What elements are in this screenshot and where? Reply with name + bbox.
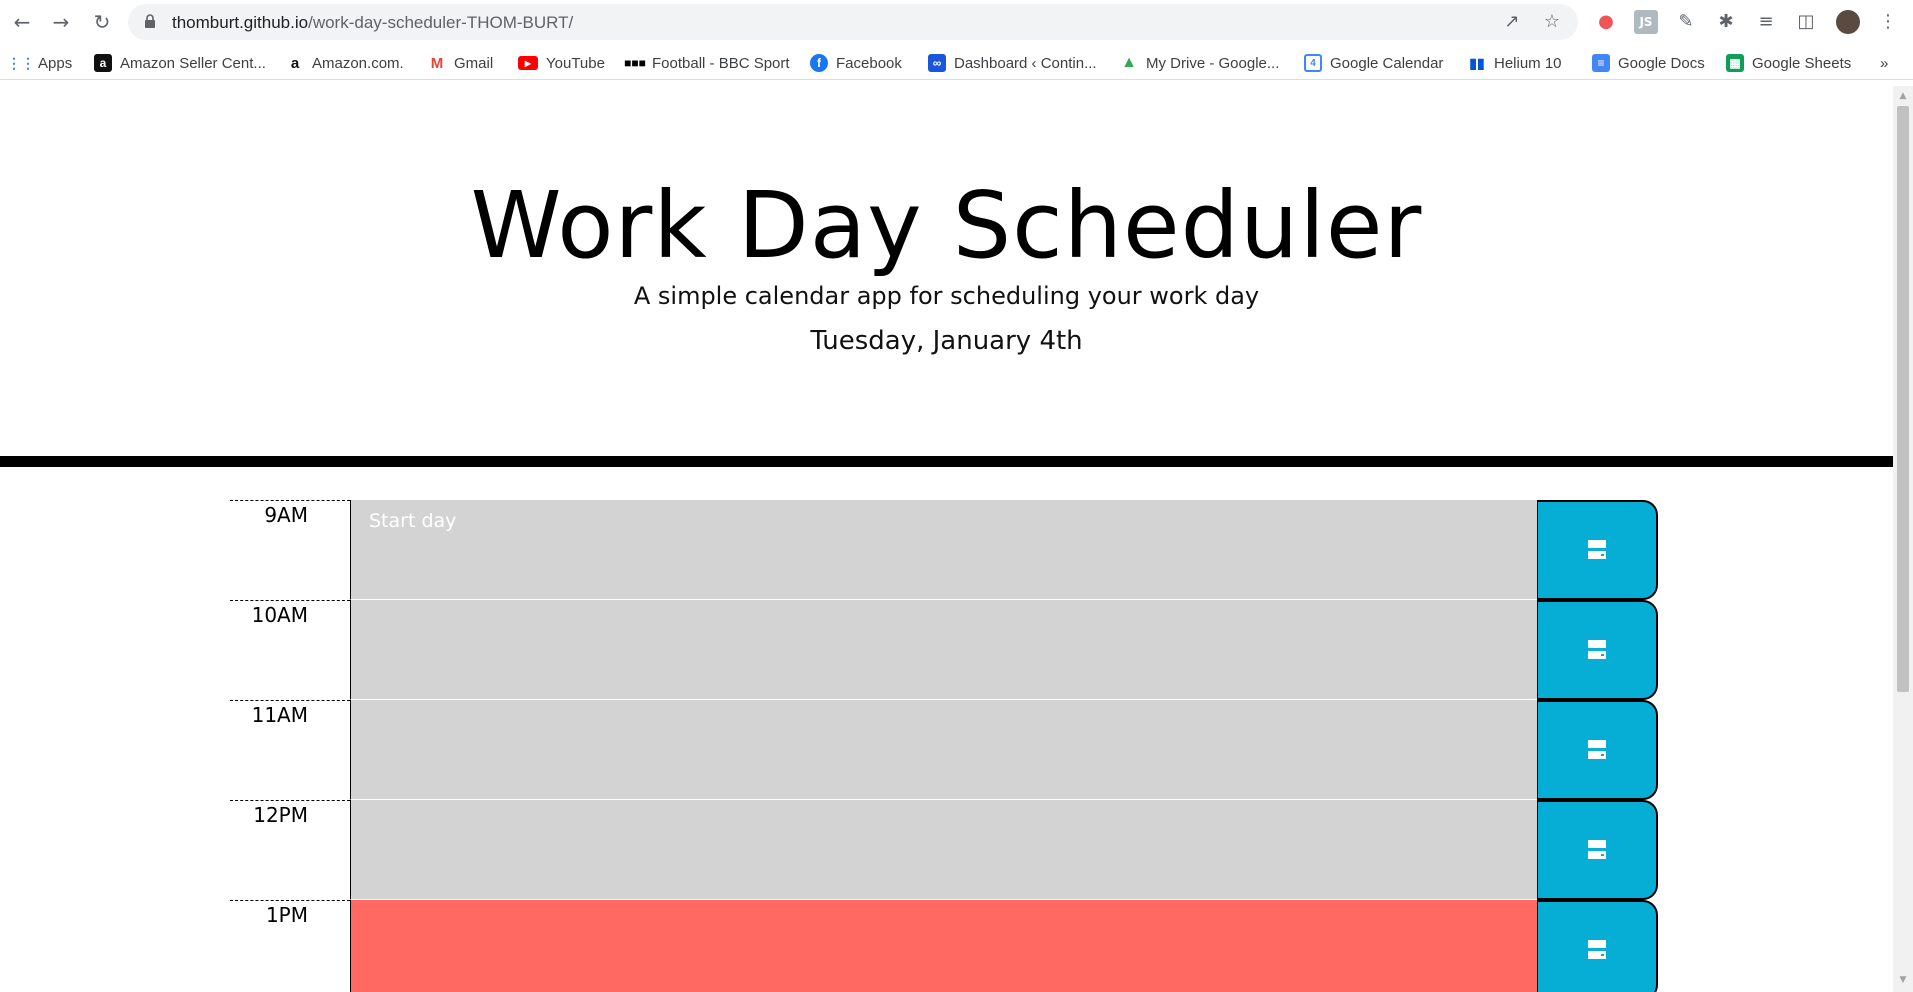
bookmark-label: Google Calendar [1330, 54, 1444, 72]
save-button[interactable] [1537, 900, 1658, 992]
hour-label: 1PM [230, 900, 350, 992]
forward-icon[interactable]: → [47, 8, 75, 36]
url-host: thomburt.github.io [172, 13, 309, 32]
bookmark-gmail[interactable]: M Gmail [428, 52, 493, 74]
reload-icon[interactable]: ↻ [88, 8, 116, 36]
bookmark-google-sheets[interactable]: ▦ Google Sheets [1726, 52, 1851, 74]
page-title: Work Day Scheduler [470, 172, 1423, 279]
google-calendar-icon: 4 [1304, 54, 1322, 72]
scroll-up-icon[interactable]: ▲ [1897, 90, 1909, 102]
bookmark-apps[interactable]: ⋮⋮ Apps [7, 52, 73, 74]
google-sheets-icon: ▦ [1726, 54, 1744, 72]
helium10-icon: ▮▮ [1469, 54, 1485, 71]
bookmark-bbc-sport[interactable]: ■■■ Football - BBC Sport [624, 52, 790, 74]
description-textarea[interactable] [350, 800, 1538, 900]
bookmark-label: My Drive - Google... [1146, 54, 1280, 72]
bookmark-google-drive[interactable]: ▲ My Drive - Google... [1120, 52, 1279, 74]
share-icon[interactable]: ↗ [1500, 10, 1524, 34]
apps-grid-icon: ⋮⋮ [7, 54, 35, 71]
profile-avatar-icon[interactable] [1836, 10, 1860, 34]
save-button[interactable] [1537, 500, 1658, 600]
hour-label: 12PM [230, 800, 350, 900]
hour-label: 9AM [230, 500, 350, 600]
timeblock-row: 11AM [230, 700, 1658, 800]
bookmark-label: Football - BBC Sport [652, 54, 790, 72]
timeblock-row: 10AM [230, 600, 1658, 700]
bookmark-label: Apps [38, 54, 73, 72]
bookmark-label: Gmail [454, 54, 494, 72]
address-bar[interactable]: thomburt.github.io/work-day-scheduler-TH… [128, 4, 1578, 40]
save-button[interactable] [1537, 700, 1658, 800]
bookmark-dashboard[interactable]: ∞ Dashboard ‹ Contin... [928, 52, 1097, 74]
timeblock-row: 12PM [230, 800, 1658, 900]
bookmarks-bar: ⋮⋮ Apps a Amazon Seller Cent... a Amazon… [0, 46, 1913, 80]
hour-label: 10AM [230, 600, 350, 700]
scroll-thumb[interactable] [1897, 106, 1909, 692]
save-icon [1588, 940, 1606, 959]
hour-label: 11AM [230, 700, 350, 800]
extensions-puzzle-icon[interactable]: ✱ [1714, 10, 1738, 34]
bookmark-label: Google Docs [1618, 54, 1705, 72]
url-text[interactable]: thomburt.github.io/work-day-scheduler-TH… [172, 13, 573, 33]
save-icon [1588, 740, 1606, 759]
page-lead: A simple calendar app for scheduling you… [633, 282, 1260, 310]
page-scrollbar[interactable]: ▲ ▼ [1893, 86, 1913, 992]
description-textarea[interactable]: Start day [350, 500, 1538, 600]
bookmark-label: YouTube [546, 54, 605, 72]
description-textarea[interactable] [350, 600, 1538, 700]
back-icon[interactable]: ← [8, 8, 36, 36]
current-day: Tuesday, January 4th [810, 326, 1083, 356]
google-drive-icon: ▲ [1121, 54, 1137, 71]
scroll-down-icon[interactable]: ▼ [1897, 974, 1909, 986]
timeblock-list: 9AM Start day 10AM 11AM 12PM 1PM [230, 500, 1658, 992]
lock-icon [145, 14, 155, 28]
description-textarea[interactable] [350, 700, 1538, 800]
jumbotron: Work Day Scheduler A simple calendar app… [0, 86, 1893, 458]
google-docs-icon: ≡ [1592, 54, 1610, 72]
bookmark-amazon[interactable]: a Amazon.com. [286, 52, 404, 74]
timeblock-row: 1PM [230, 900, 1658, 992]
bookmark-google-docs[interactable]: ≡ Google Docs [1592, 52, 1705, 74]
page-content: Work Day Scheduler A simple calendar app… [0, 86, 1893, 992]
header-divider [0, 456, 1893, 467]
facebook-icon: f [810, 54, 828, 72]
save-icon [1588, 840, 1606, 859]
timeblock-row: 9AM Start day [230, 500, 1658, 600]
save-icon [1588, 540, 1606, 559]
bookmark-facebook[interactable]: f Facebook [810, 52, 902, 74]
menu-kebab-icon[interactable]: ⋮ [1876, 10, 1900, 34]
side-panel-icon[interactable]: ◫ [1794, 10, 1818, 34]
bookmark-helium10[interactable]: ▮▮ Helium 10 [1468, 52, 1562, 74]
bookmark-label: Google Sheets [1752, 54, 1852, 72]
save-button[interactable] [1537, 800, 1658, 900]
address-row: ← → ↻ thomburt.github.io/work-day-schedu… [0, 0, 1913, 44]
bookmark-label: Dashboard ‹ Contin... [954, 54, 1097, 72]
bbc-icon: ■■■ [624, 56, 646, 70]
amazon-a-icon: a [94, 54, 112, 72]
url-path: /work-day-scheduler-THOM-BURT/ [308, 13, 574, 32]
star-icon[interactable]: ☆ [1540, 10, 1564, 34]
bookmark-youtube[interactable]: ▶ YouTube [518, 52, 605, 74]
youtube-icon: ▶ [518, 56, 538, 70]
bookmark-amazon-seller[interactable]: a Amazon Seller Cent... [94, 52, 266, 74]
bookmark-google-calendar[interactable]: 4 Google Calendar [1304, 52, 1443, 74]
extension-eyedropper-icon[interactable]: ✎ [1674, 10, 1698, 34]
extension-record-icon[interactable]: ● [1594, 10, 1618, 34]
browser-chrome: ← → ↻ thomburt.github.io/work-day-schedu… [0, 0, 1913, 86]
amazon-smile-icon: a [290, 54, 300, 72]
bookmark-label: Facebook [836, 54, 902, 72]
reading-list-icon[interactable]: ≡ [1754, 10, 1778, 34]
gmail-icon: M [430, 54, 444, 72]
bookmark-label: Amazon Seller Cent... [120, 54, 266, 72]
description-textarea[interactable] [350, 900, 1538, 992]
bookmark-label: Helium 10 [1494, 54, 1562, 72]
save-icon [1588, 640, 1606, 659]
save-button[interactable] [1537, 600, 1658, 700]
more-bookmarks-button[interactable]: » [1880, 52, 1888, 74]
bookmark-label: Amazon.com. [312, 54, 404, 72]
infinity-icon: ∞ [928, 54, 946, 72]
extension-js-icon[interactable]: JS [1634, 10, 1658, 34]
